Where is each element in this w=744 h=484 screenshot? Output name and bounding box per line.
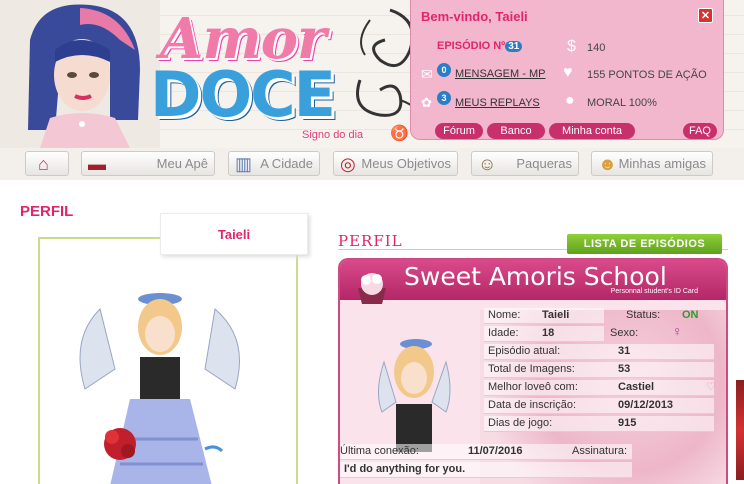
nav-label: Paqueras — [516, 156, 572, 171]
site-header: Amor DOCE Signo do dia ♉ Bem-vindo, Taie… — [0, 0, 744, 148]
age-value: 18 — [542, 327, 555, 339]
header-character-image — [0, 0, 160, 148]
nav-city[interactable]: ▥ A Cidade — [228, 151, 320, 176]
last-connection-value: 11/07/2016 — [468, 445, 523, 457]
messages-link[interactable]: MENSAGEM - MP — [455, 68, 545, 80]
nav-label: Meus Objetivos — [361, 156, 451, 171]
last-connection-label: Última conexão: — [340, 445, 419, 457]
home-icon: ⌂ — [38, 154, 49, 174]
nav-objectives[interactable]: ◎ Meus Objetivos — [333, 151, 458, 176]
sofa-icon: ▬ — [88, 154, 106, 174]
id-card: Sweet Amoris School Personnal student's … — [338, 258, 728, 484]
nav-home[interactable]: ⌂ — [25, 151, 69, 176]
heart-outline-icon: ♡ — [706, 381, 716, 393]
status-value: ON — [682, 309, 699, 321]
nav-label: Minhas amigas — [618, 156, 706, 171]
nav-label: A Cidade — [260, 156, 313, 171]
avatar-image — [79, 293, 240, 484]
faq-button[interactable]: FAQ — [683, 123, 717, 139]
sex-label: Sexo: — [610, 327, 639, 339]
best-love-value: Castiel — [618, 381, 655, 393]
avatar-frame — [38, 237, 298, 484]
episode-number-badge: 31 — [505, 41, 523, 52]
logo-doce[interactable]: DOCE — [150, 58, 336, 131]
card-avatar-image — [378, 339, 451, 452]
welcome-title: Bem-vindo, Taieli — [421, 9, 528, 24]
target-icon: ◎ — [340, 154, 356, 174]
bank-button[interactable]: Banco — [487, 123, 545, 139]
card-title: Sweet Amoris School — [404, 262, 667, 291]
name-label: Nome: — [488, 309, 521, 321]
nav-crushes[interactable]: ☺ Paqueras — [471, 151, 579, 176]
episode-indicator[interactable]: EPISÓDIO Nº 31 — [437, 40, 523, 52]
my-account-button[interactable]: Minha conta — [549, 123, 635, 139]
nav-label: Meu Apê — [156, 156, 208, 171]
roses-decoration — [736, 380, 744, 480]
age-label: Idade: — [488, 327, 519, 339]
status-label: Status: — [626, 309, 661, 321]
cupcake-logo-icon — [358, 273, 386, 304]
signup-date-label: Data de inscrição: — [488, 399, 577, 411]
name-value: Taieli — [542, 309, 570, 321]
episode-value: 31 — [618, 345, 631, 357]
forum-button[interactable]: Fórum — [435, 123, 483, 139]
episode-label: Episódio atual: — [488, 345, 561, 357]
replays-count-badge: 3 — [437, 91, 451, 105]
replays-link[interactable]: MEUS REPLAYS — [455, 97, 540, 109]
best-love-label: Melhor loveô com: — [488, 381, 578, 393]
signature-value: I'd do anything for you. — [344, 463, 466, 475]
zodiac-icon[interactable]: ♉ — [390, 124, 409, 142]
drop-icon: ● — [565, 92, 575, 109]
images-value: 53 — [618, 363, 631, 375]
signature-label: Assinatura: — [572, 445, 628, 457]
boy-icon: ☺ — [478, 154, 497, 174]
episode-list-button[interactable]: LISTA DE EPISÓDIOS — [567, 234, 722, 254]
play-days-value: 915 — [618, 417, 637, 429]
girl-icon: ☻ — [598, 154, 617, 174]
action-points-value: 155 PONTOS DE AÇÃO — [587, 69, 707, 81]
play-days-label: Dias de jogo: — [488, 417, 553, 429]
daily-sign-label[interactable]: Signo do dia — [302, 129, 363, 141]
welcome-panel: Bem-vindo, Taieli ✕ EPISÓDIO Nº 31 ✉ 0 ME… — [410, 0, 724, 140]
nav-my-friends[interactable]: ☻ Minhas amigas — [591, 151, 713, 176]
nav-my-apartment[interactable]: ▬ Meu Apê — [81, 151, 215, 176]
heart-icon: ♥ — [563, 64, 573, 81]
images-label: Total de Imagens: — [488, 363, 575, 375]
episode-label: EPISÓDIO Nº — [437, 40, 506, 52]
close-button[interactable]: ✕ — [698, 8, 713, 23]
money-value: 140 — [587, 42, 606, 54]
messages-count-badge: 0 — [437, 63, 451, 77]
building-icon: ▥ — [235, 154, 253, 174]
envelope-icon: ✉ — [421, 66, 433, 82]
section-title: PERFIL — [338, 232, 403, 250]
page-title: PERFIL — [20, 203, 74, 220]
female-icon: ♀ — [672, 323, 683, 339]
morale-value: MORAL 100% — [587, 97, 657, 109]
dollar-icon: $ — [567, 38, 576, 55]
card-subtitle: Personnal student's ID Card — [610, 288, 698, 295]
film-reel-icon: ✿ — [421, 95, 432, 110]
profile-name-tab[interactable]: Taieli — [160, 213, 308, 255]
signup-date-value: 09/12/2013 — [618, 399, 674, 411]
